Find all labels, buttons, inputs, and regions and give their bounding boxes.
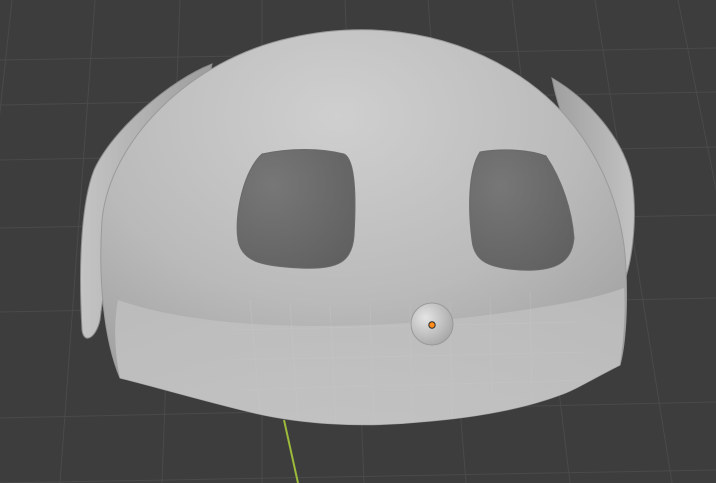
y-axis-line bbox=[283, 419, 299, 483]
object-origin-marker bbox=[428, 321, 436, 329]
helmet-left-eye-opening bbox=[236, 149, 356, 269]
3d-viewport[interactable] bbox=[0, 0, 716, 483]
